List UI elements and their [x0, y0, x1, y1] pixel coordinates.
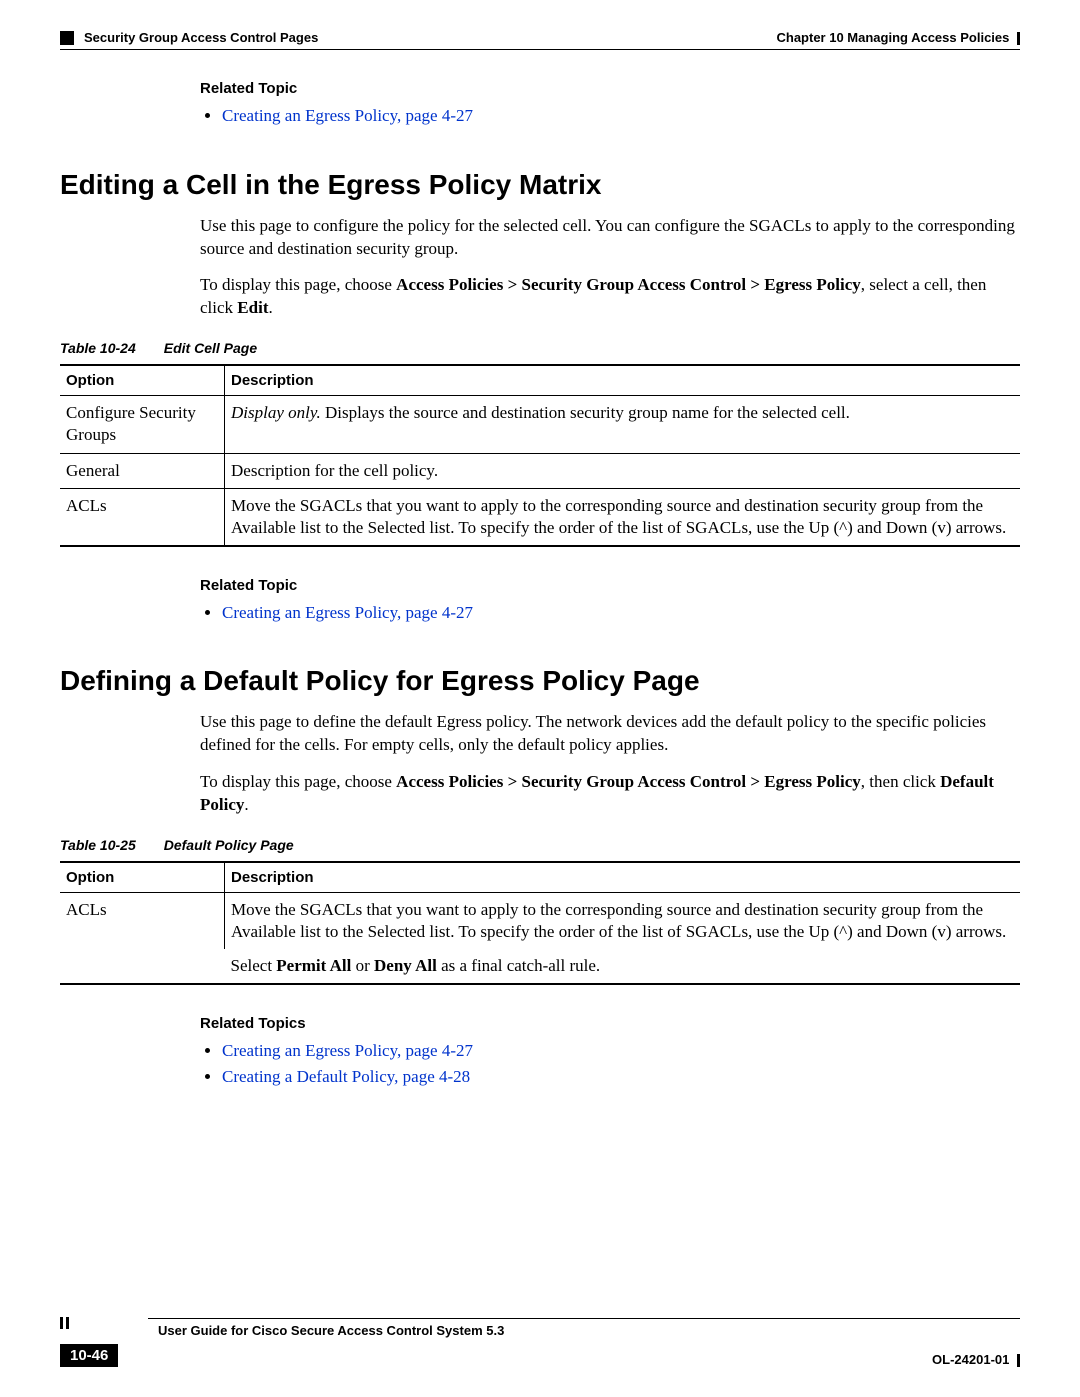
related-topic-heading: Related Topic — [200, 577, 1020, 594]
doc-number: OL-24201-01 — [932, 1352, 1009, 1367]
header-chapter: Chapter 10 Managing Access Policies — [776, 30, 1009, 45]
cell-option: General — [60, 453, 225, 488]
body-text: To display this page, choose Access Poli… — [200, 771, 1020, 817]
header-square-icon — [60, 31, 74, 45]
table-header-option: Option — [60, 365, 225, 396]
header-section: Security Group Access Control Pages — [84, 30, 318, 45]
cell-option: Configure Security Groups — [60, 396, 225, 453]
body-text: Use this page to define the default Egre… — [200, 711, 1020, 757]
table-row: ACLs Move the SGACLs that you want to ap… — [60, 488, 1020, 546]
related-topic-item: Creating a Default Policy, page 4-28 — [222, 1064, 1020, 1090]
cell-option: ACLs — [60, 488, 225, 546]
link-creating-egress-policy[interactable]: Creating an Egress Policy, page 4-27 — [222, 1041, 473, 1060]
footer-rule — [148, 1318, 1020, 1319]
section-heading-edit-cell: Editing a Cell in the Egress Policy Matr… — [60, 169, 1020, 201]
table-header-description: Description — [225, 365, 1021, 396]
table-edit-cell: Option Description Configure Security Gr… — [60, 364, 1020, 546]
link-creating-egress-policy[interactable]: Creating an Egress Policy, page 4-27 — [222, 106, 473, 125]
table-row: ACLs Move the SGACLs that you want to ap… — [60, 893, 1020, 950]
header-rule — [60, 49, 1020, 50]
table-row: Configure Security Groups Display only. … — [60, 396, 1020, 453]
cell-description: Description for the cell policy. — [225, 453, 1021, 488]
body-text: Use this page to configure the policy fo… — [200, 215, 1020, 261]
section-heading-default-policy: Defining a Default Policy for Egress Pol… — [60, 665, 1020, 697]
table-caption: Table 10-24Edit Cell Page — [60, 340, 1020, 356]
related-topic-heading: Related Topic — [200, 80, 1020, 97]
related-topics-heading: Related Topics — [200, 1015, 1020, 1032]
related-topic-item: Creating an Egress Policy, page 4-27 — [222, 600, 1020, 626]
related-topic-item: Creating an Egress Policy, page 4-27 — [222, 103, 1020, 129]
related-topic-item: Creating an Egress Policy, page 4-27 — [222, 1038, 1020, 1064]
table-caption: Table 10-25Default Policy Page — [60, 837, 1020, 853]
cell-description: Move the SGACLs that you want to apply t… — [225, 893, 1021, 950]
table-row: General Description for the cell policy. — [60, 453, 1020, 488]
link-creating-default-policy[interactable]: Creating a Default Policy, page 4-28 — [222, 1067, 470, 1086]
table-header-option: Option — [60, 862, 225, 893]
footer-book-title: User Guide for Cisco Secure Access Contr… — [158, 1323, 504, 1338]
cell-description: Select Permit All or Deny All as a final… — [225, 949, 1021, 984]
table-header-description: Description — [225, 862, 1021, 893]
cell-description: Move the SGACLs that you want to apply t… — [225, 488, 1021, 546]
header-bar-icon — [1017, 32, 1020, 45]
table-default-policy: Option Description ACLs Move the SGACLs … — [60, 861, 1020, 985]
page-number: 10-46 — [60, 1344, 118, 1367]
footer-marks-icon — [60, 1314, 72, 1332]
body-text: To display this page, choose Access Poli… — [200, 274, 1020, 320]
cell-option: ACLs — [60, 893, 225, 985]
footer-bar-icon — [1017, 1354, 1020, 1367]
page-header: Security Group Access Control Pages Chap… — [60, 30, 1020, 45]
page-footer: User Guide for Cisco Secure Access Contr… — [60, 1314, 1020, 1367]
link-creating-egress-policy[interactable]: Creating an Egress Policy, page 4-27 — [222, 603, 473, 622]
cell-description: Display only. Displays the source and de… — [225, 396, 1021, 453]
